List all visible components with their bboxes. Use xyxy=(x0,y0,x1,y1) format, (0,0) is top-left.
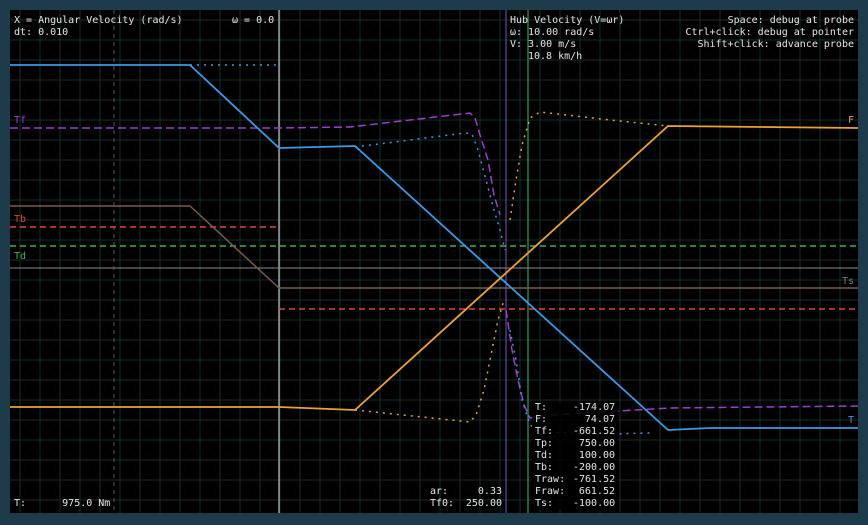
series-label-tb: Tb xyxy=(14,214,27,225)
probe-row: T: -174.07 xyxy=(535,402,615,414)
chart-svg[interactable] xyxy=(10,10,858,513)
help-line-2: Ctrl+click: debug at pointer xyxy=(685,27,854,38)
dt-label: dt: 0.010 xyxy=(14,27,69,38)
probe-row-value: 750.00 xyxy=(578,438,615,449)
probe-row-label: T: xyxy=(535,402,548,413)
probe-row-label: Tf: xyxy=(535,426,554,437)
probe-row-label: Tp: xyxy=(535,438,554,449)
hub-omega: ω: 10.00 rad/s xyxy=(510,27,595,38)
series-label-tf: Tf xyxy=(14,115,27,126)
probe-row-value: -200.00 xyxy=(573,462,616,473)
probe-row-value: 74.07 xyxy=(584,414,615,425)
hub-kmh: 10.8 km/h xyxy=(528,51,583,62)
probe-row: Td: 100.00 xyxy=(535,450,615,462)
series-label-t: T xyxy=(847,415,854,426)
probe-row-label: Ts: xyxy=(535,498,554,509)
probe-row-value: 100.00 xyxy=(578,450,615,461)
probe-row-label: Tb: xyxy=(535,462,554,473)
tf0-value: 250.00 xyxy=(465,498,502,509)
help-line-1: Space: debug at probe xyxy=(727,15,854,26)
hub-title: Hub Velocity (V=ωr) xyxy=(510,15,625,26)
plot-area[interactable]: X = Angular Velocity (rad/s) dt: 0.010 ω… xyxy=(10,10,858,513)
probe-row-value: 661.52 xyxy=(578,486,615,497)
torque-readout: T: 975.0 Nm xyxy=(14,498,111,509)
series-traw-dotted-upper xyxy=(354,132,506,251)
probe-row-value: -761.52 xyxy=(573,474,616,485)
omega-axis-label: ω = 0.0 xyxy=(232,15,275,26)
probe-row-label: Traw: xyxy=(535,474,566,485)
probe-row: Tp: 750.00 xyxy=(535,438,615,450)
probe-row: Tf: -661.52 xyxy=(535,426,615,438)
ar-label: ar: xyxy=(430,486,449,497)
series-fraw-dotted-lower xyxy=(354,299,505,423)
ar-value: 0.33 xyxy=(477,486,502,497)
probe-row-value: -174.07 xyxy=(573,402,616,413)
probe-row-label: F: xyxy=(535,414,548,425)
probe-row-label: Td: xyxy=(535,450,554,461)
probe-row: Traw: -761.52 xyxy=(535,474,615,486)
probe-row-value: -100.00 xyxy=(573,498,616,509)
series-label-ts: Ts xyxy=(841,276,854,287)
probe-readout: T: -174.07 F: 74.07 Tf: -661.52 Tp: 750.00 Td: 10… xyxy=(532,402,618,510)
hub-velocity: V: 3.00 m/s xyxy=(510,39,577,50)
series-label-f: F xyxy=(847,115,854,126)
probe-row-value: -661.52 xyxy=(573,426,616,437)
series-label-td: Td xyxy=(14,251,27,262)
probe-row: Fraw: 661.52 xyxy=(535,486,615,498)
probe-row: F: 74.07 xyxy=(535,414,615,426)
probe-row: Ts: -100.00 xyxy=(535,498,615,510)
chart-title: X = Angular Velocity (rad/s) xyxy=(14,15,183,26)
series-fraw-dotted-upper xyxy=(509,111,669,221)
probe-row: Tb: -200.00 xyxy=(535,462,615,474)
probe-row-label: Fraw: xyxy=(535,486,566,497)
help-line-3: Shift+click: advance probe xyxy=(697,39,854,50)
